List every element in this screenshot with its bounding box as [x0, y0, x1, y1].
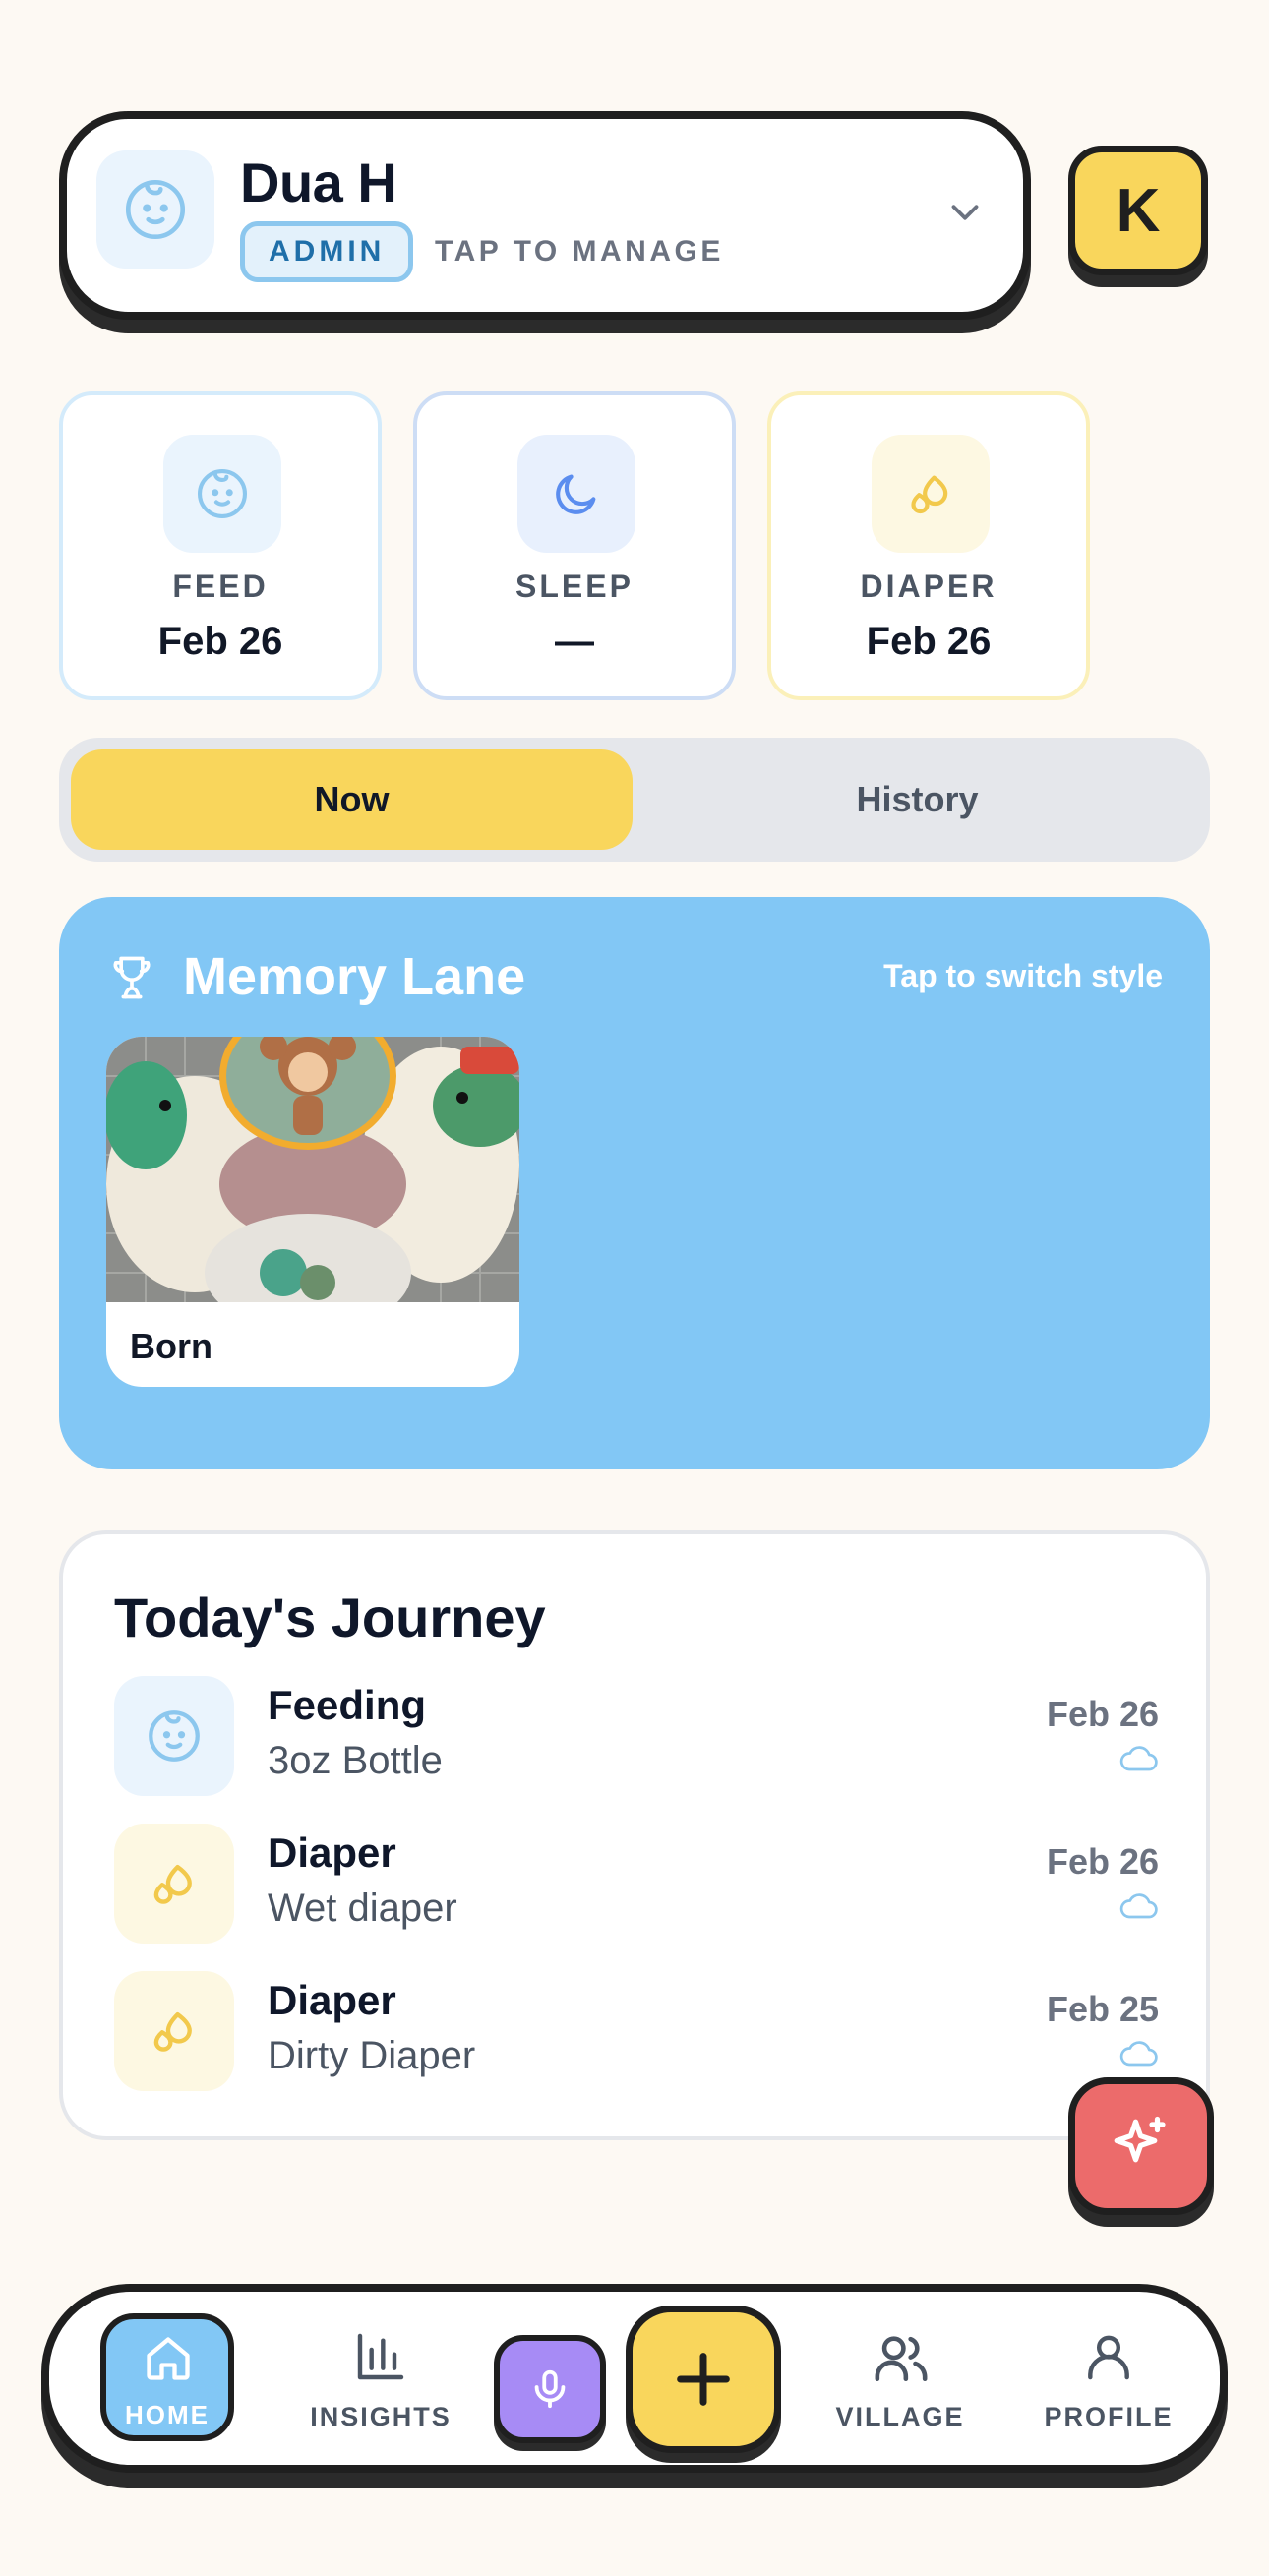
entry-date: Feb 26: [1046, 1841, 1159, 1882]
memory-lane-title: Memory Lane: [183, 947, 526, 1006]
role-badge: ADMIN: [240, 221, 414, 282]
baby-face-icon: [163, 435, 281, 553]
stat-label: DIAPER: [860, 569, 997, 604]
baby-face-icon: [114, 1676, 234, 1796]
sparkle-icon: [1114, 2116, 1166, 2163]
user-avatar-button[interactable]: K: [1068, 146, 1208, 275]
voice-input-button[interactable]: [494, 2335, 606, 2443]
entry-date: Feb 25: [1046, 1989, 1159, 2029]
home-icon: [147, 2337, 190, 2380]
stat-value: Feb 26: [157, 620, 283, 663]
list-item[interactable]: Diaper Dirty Diaper Feb 25: [114, 1971, 1159, 2091]
stat-value: Feb 26: [866, 620, 992, 663]
droplets-icon: [114, 1971, 234, 2091]
entry-date: Feb 26: [1046, 1694, 1159, 1734]
cloud-icon: [1119, 2041, 1158, 2067]
entry-detail: Wet diaper: [268, 1887, 457, 1930]
plus-icon: [677, 2353, 730, 2406]
cloud-icon: [1119, 1746, 1158, 1771]
nav-label: VILLAGE: [835, 2402, 965, 2431]
stat-card-sleep[interactable]: SLEEP —: [413, 391, 736, 700]
child-name: Dua H: [240, 151, 397, 213]
memory-caption: Born: [130, 1326, 212, 1366]
nav-insights[interactable]: INSIGHTS: [297, 2317, 464, 2445]
tab-now[interactable]: Now: [71, 749, 633, 850]
profile-switcher[interactable]: Dua H ADMIN TAP TO MANAGE: [59, 111, 1031, 320]
bar-chart-icon: [357, 2333, 404, 2380]
nav-home[interactable]: HOME: [100, 2313, 234, 2441]
tab-history[interactable]: History: [636, 749, 1198, 850]
baby-face-icon: [96, 150, 214, 269]
bottom-nav: HOME INSIGHTS VILLAGE PROFILE: [41, 2284, 1228, 2473]
nav-label: INSIGHTS: [310, 2402, 452, 2431]
stat-value: —: [555, 620, 594, 663]
baby-photo: [106, 1037, 519, 1302]
entry-type: Diaper: [268, 1977, 396, 2023]
stat-card-feed[interactable]: FEED Feb 26: [59, 391, 382, 700]
view-segmented-control: Now History: [59, 738, 1210, 862]
journey-title: Today's Journey: [114, 1587, 546, 1648]
trophy-icon: [113, 956, 151, 999]
user-icon: [1088, 2335, 1129, 2380]
entry-type: Diaper: [268, 1829, 396, 1876]
nav-profile[interactable]: PROFILE: [1025, 2317, 1192, 2445]
nav-village[interactable]: VILLAGE: [816, 2317, 984, 2445]
nav-label: PROFILE: [1044, 2402, 1174, 2431]
droplets-icon: [114, 1824, 234, 1944]
nav-label: HOME: [125, 2400, 210, 2429]
stat-label: SLEEP: [515, 569, 634, 604]
todays-journey-card: Today's Journey Feeding 3oz Bottle Feb 2…: [59, 1530, 1210, 2140]
add-entry-button[interactable]: [626, 2306, 781, 2453]
ai-sparkle-button[interactable]: [1068, 2077, 1214, 2215]
stat-label: FEED: [172, 569, 269, 604]
droplets-icon: [872, 435, 990, 553]
moon-icon: [517, 435, 635, 553]
list-item[interactable]: Feeding 3oz Bottle Feb 26: [114, 1676, 1159, 1796]
list-item[interactable]: Diaper Wet diaper Feb 26: [114, 1824, 1159, 1944]
entry-detail: 3oz Bottle: [268, 1739, 443, 1782]
entry-detail: Dirty Diaper: [268, 2034, 476, 2077]
microphone-icon: [534, 2369, 566, 2409]
entry-type: Feeding: [268, 1682, 427, 1728]
users-icon: [875, 2336, 928, 2382]
chevron-down-icon[interactable]: [942, 190, 988, 235]
memory-lane-panel[interactable]: Memory Lane Tap to switch style Born: [59, 897, 1210, 1469]
stat-card-diaper[interactable]: DIAPER Feb 26: [767, 391, 1090, 700]
manage-hint: TAP TO MANAGE: [435, 235, 724, 268]
memory-card[interactable]: Born: [106, 1037, 519, 1387]
switch-style-hint[interactable]: Tap to switch style: [883, 958, 1163, 994]
cloud-icon: [1119, 1893, 1158, 1919]
